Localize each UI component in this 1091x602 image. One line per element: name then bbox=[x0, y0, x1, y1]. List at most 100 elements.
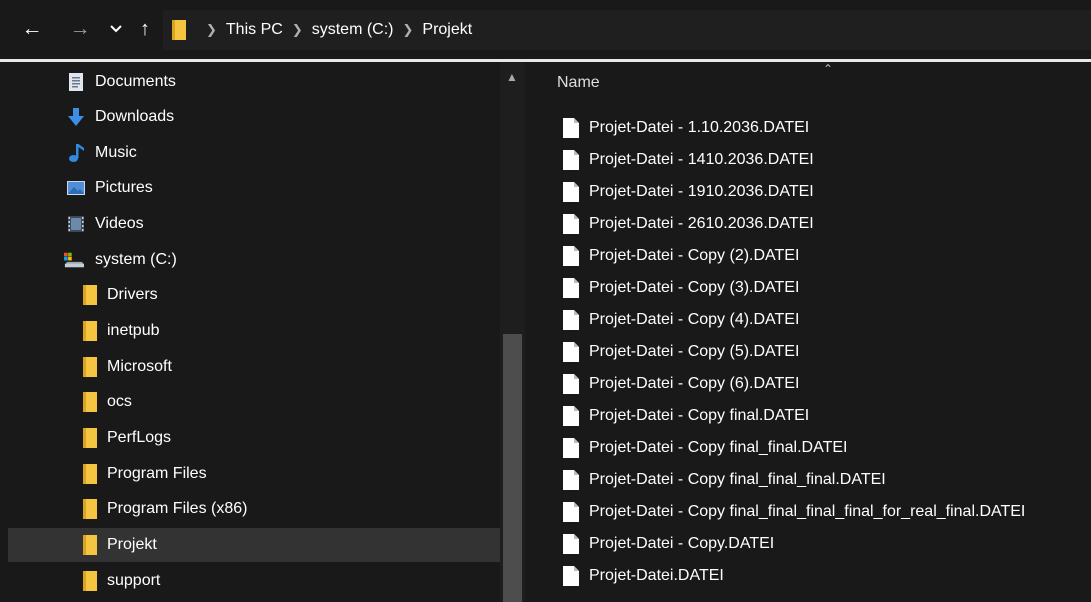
folder-icon bbox=[83, 392, 97, 412]
file-row[interactable]: Projet-Datei - Copy (3).DATEI bbox=[559, 274, 1091, 304]
sidebar-item-music[interactable]: Music bbox=[8, 136, 500, 170]
arrow-up-icon: ↑ bbox=[140, 18, 150, 40]
file-icon bbox=[563, 438, 579, 458]
downloads-icon bbox=[68, 108, 84, 126]
file-row[interactable]: Projet-Datei - Copy final_final_final_fi… bbox=[559, 498, 1091, 528]
sidebar-item-label: Program Files bbox=[107, 465, 207, 482]
sidebar-item-program-files[interactable]: Program Files bbox=[8, 457, 500, 491]
drive-icon bbox=[64, 252, 84, 268]
breadcrumb-system-c[interactable]: system (C:) bbox=[312, 21, 394, 39]
file-name: Projet-Datei.DATEI bbox=[589, 567, 724, 584]
sidebar-item-projekt[interactable]: Projekt bbox=[8, 528, 500, 562]
sidebar-item-label: Pictures bbox=[95, 179, 153, 196]
file-row[interactable]: Projet-Datei.DATEI bbox=[559, 562, 1091, 592]
breadcrumb-projekt[interactable]: Projekt bbox=[422, 21, 472, 39]
file-icon bbox=[563, 342, 579, 362]
back-button[interactable]: ← bbox=[18, 17, 46, 41]
up-button[interactable]: ↑ bbox=[134, 17, 156, 41]
folder-icon bbox=[83, 285, 97, 305]
sidebar-item-program-files-x86[interactable]: Program Files (x86) bbox=[8, 492, 500, 526]
file-icon bbox=[563, 502, 579, 522]
sidebar-item-label: system (C:) bbox=[95, 251, 177, 268]
sidebar-item-label: Music bbox=[95, 144, 137, 161]
navigation-pane: Documents Downloads Music Pictures Video… bbox=[0, 62, 525, 602]
sidebar-item-downloads[interactable]: Downloads bbox=[8, 100, 500, 134]
chevron-right-icon[interactable]: ❯ bbox=[292, 22, 303, 38]
folder-icon bbox=[83, 357, 97, 377]
file-name: Projet-Datei - Copy (6).DATEI bbox=[589, 375, 800, 392]
file-row[interactable]: Projet-Datei - Copy final_final.DATEI bbox=[559, 434, 1091, 464]
file-name: Projet-Datei - Copy (3).DATEI bbox=[589, 279, 800, 296]
file-name: Projet-Datei - 1.10.2036.DATEI bbox=[589, 119, 810, 136]
file-name: Projet-Datei - Copy.DATEI bbox=[589, 535, 775, 552]
chevron-right-icon[interactable]: ❯ bbox=[403, 22, 414, 38]
folder-icon bbox=[83, 499, 97, 519]
sidebar-item-label: ocs bbox=[107, 393, 132, 410]
file-row[interactable]: Projet-Datei - 1.10.2036.DATEI bbox=[559, 114, 1091, 144]
folder-icon bbox=[83, 464, 97, 484]
file-name: Projet-Datei - 1410.2036.DATEI bbox=[589, 151, 814, 168]
file-icon bbox=[563, 150, 579, 170]
sidebar-item-label: Downloads bbox=[95, 108, 175, 125]
breadcrumb-this-pc[interactable]: This PC bbox=[226, 21, 283, 39]
file-icon bbox=[563, 406, 579, 426]
address-bar[interactable]: ❯ This PC ❯ system (C:) ❯ Projekt bbox=[163, 10, 1091, 50]
file-row[interactable]: Projet-Datei - Copy (5).DATEI bbox=[559, 338, 1091, 368]
file-icon bbox=[563, 118, 579, 138]
sidebar-item-drivers[interactable]: Drivers bbox=[8, 278, 500, 312]
recent-locations-button[interactable] bbox=[106, 17, 126, 41]
sidebar-item-pictures[interactable]: Pictures bbox=[8, 171, 500, 205]
folder-icon bbox=[172, 20, 186, 40]
file-icon bbox=[563, 374, 579, 394]
documents-icon bbox=[69, 73, 83, 91]
file-name: Projet-Datei - Copy (4).DATEI bbox=[589, 311, 800, 328]
pictures-icon bbox=[67, 181, 85, 195]
sort-ascending-icon: ⌃ bbox=[823, 62, 834, 76]
forward-button[interactable]: → bbox=[66, 17, 94, 41]
sidebar-item-videos[interactable]: Videos bbox=[8, 207, 500, 241]
folder-icon bbox=[83, 535, 97, 555]
file-row[interactable]: Projet-Datei - Copy (6).DATEI bbox=[559, 370, 1091, 400]
file-name: Projet-Datei - Copy final_final_final_fi… bbox=[589, 503, 1026, 520]
sidebar-item-label: Drivers bbox=[107, 286, 158, 303]
chevron-down-icon bbox=[110, 25, 122, 33]
sidebar-item-ocs[interactable]: ocs bbox=[8, 385, 500, 419]
navigation-scrollbar[interactable]: ▲ bbox=[500, 62, 525, 602]
sidebar-item-label: Documents bbox=[95, 73, 176, 90]
videos-icon bbox=[68, 216, 84, 232]
file-name: Projet-Datei - Copy final.DATEI bbox=[589, 407, 810, 424]
column-header-name[interactable]: Name bbox=[557, 74, 600, 92]
scrollbar-thumb[interactable] bbox=[503, 334, 522, 602]
file-row[interactable]: Projet-Datei - Copy (2).DATEI bbox=[559, 242, 1091, 272]
sidebar-item-label: Videos bbox=[95, 215, 144, 232]
breadcrumb: ❯ This PC ❯ system (C:) ❯ Projekt bbox=[197, 10, 472, 50]
file-list: ⌃ Name Projet-Datei - 1.10.2036.DATEI Pro… bbox=[525, 62, 1091, 602]
file-name: Projet-Datei - 2610.2036.DATEI bbox=[589, 215, 814, 232]
folder-icon bbox=[83, 428, 97, 448]
sidebar-item-perflogs[interactable]: PerfLogs bbox=[8, 421, 500, 455]
chevron-right-icon[interactable]: ❯ bbox=[206, 22, 217, 38]
sidebar-item-label: PerfLogs bbox=[107, 429, 172, 446]
arrow-left-icon: ← bbox=[21, 17, 43, 40]
sidebar-item-microsoft[interactable]: Microsoft bbox=[8, 350, 500, 384]
file-row[interactable]: Projet-Datei - Copy (4).DATEI bbox=[559, 306, 1091, 336]
file-row[interactable]: Projet-Datei - 2610.2036.DATEI bbox=[559, 210, 1091, 240]
sidebar-item-inetpub[interactable]: inetpub bbox=[8, 314, 500, 348]
sidebar-item-label: inetpub bbox=[107, 322, 160, 339]
file-row[interactable]: Projet-Datei - 1910.2036.DATEI bbox=[559, 178, 1091, 208]
file-row[interactable]: Projet-Datei - Copy final_final_final.DA… bbox=[559, 466, 1091, 496]
file-row[interactable]: Projet-Datei - Copy.DATEI bbox=[559, 530, 1091, 560]
file-icon bbox=[563, 278, 579, 298]
file-name: Projet-Datei - Copy final_final_final.DA… bbox=[589, 471, 886, 488]
scroll-up-icon[interactable]: ▲ bbox=[506, 70, 518, 84]
file-name: Projet-Datei - Copy final_final.DATEI bbox=[589, 439, 848, 456]
sidebar-item-system-c[interactable]: system (C:) bbox=[8, 243, 500, 277]
sidebar-item-documents[interactable]: Documents bbox=[8, 65, 500, 99]
file-row[interactable]: Projet-Datei - 1410.2036.DATEI bbox=[559, 146, 1091, 176]
file-icon bbox=[563, 470, 579, 490]
file-icon bbox=[563, 566, 579, 586]
sidebar-item-support[interactable]: support bbox=[8, 564, 500, 598]
file-row[interactable]: Projet-Datei - Copy final.DATEI bbox=[559, 402, 1091, 432]
music-icon bbox=[69, 144, 84, 162]
sidebar-item-label: support bbox=[107, 572, 161, 589]
